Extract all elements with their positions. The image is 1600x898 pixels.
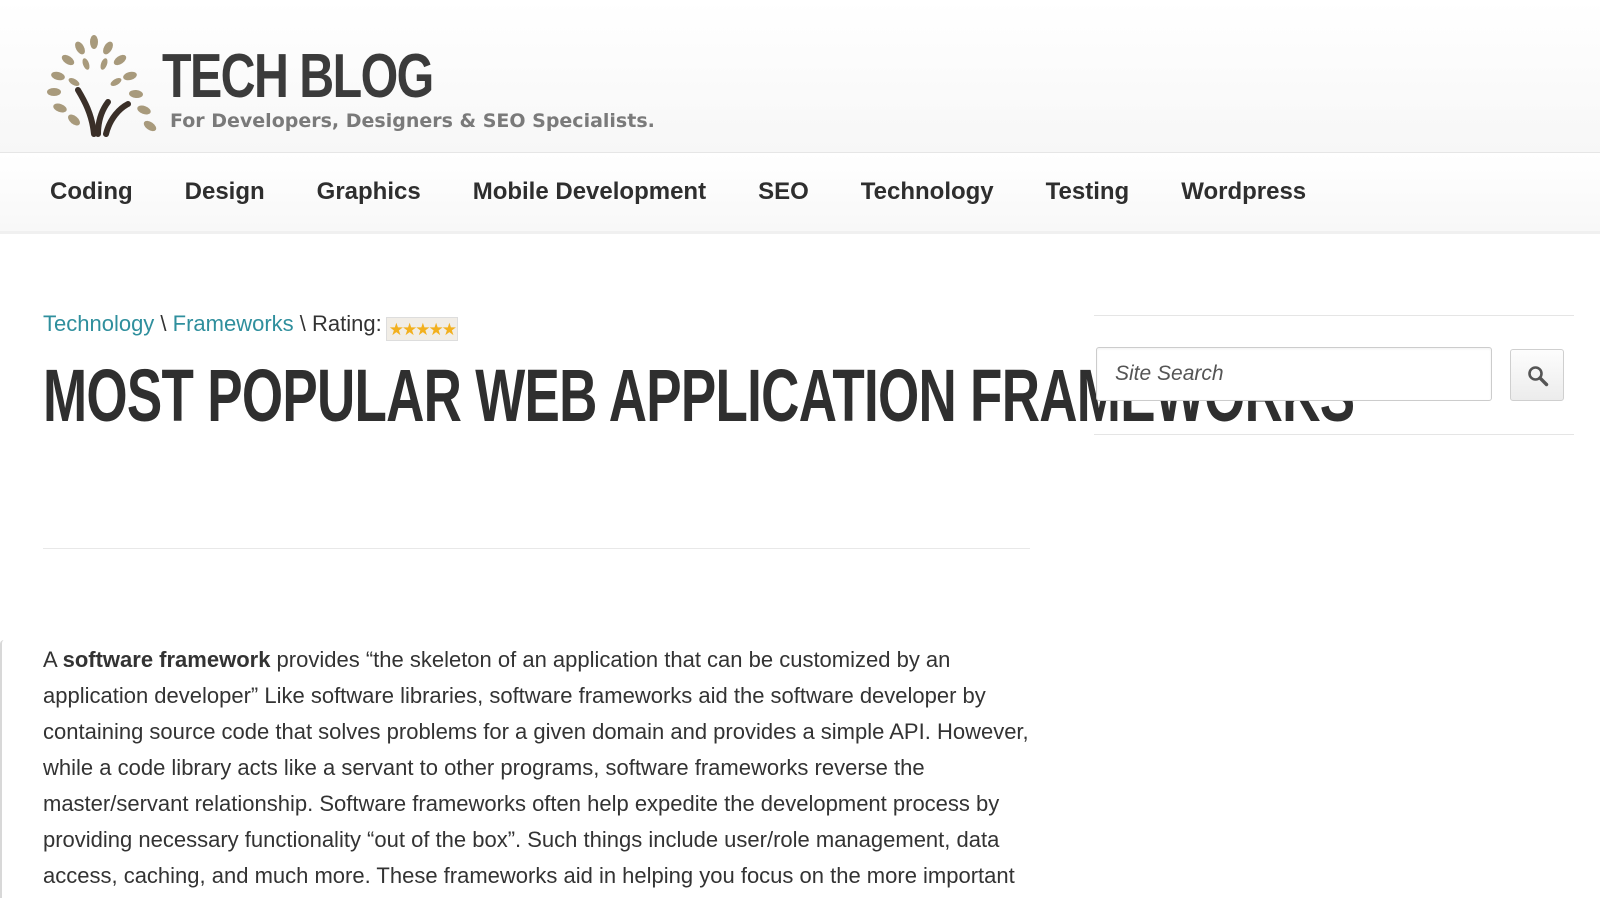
- star-icon: ★: [441, 320, 457, 339]
- nav-item-seo[interactable]: SEO: [758, 178, 809, 206]
- star-icon: ★: [401, 320, 417, 339]
- sidebar-divider-bottom: [1094, 434, 1574, 435]
- breadcrumb-separator: \: [154, 311, 173, 336]
- breadcrumb: Technology \ Frameworks \ Rating: ★★★★★: [43, 311, 458, 341]
- nav-item-testing[interactable]: Testing: [1046, 178, 1130, 206]
- star-icon: ★: [428, 320, 443, 339]
- search-icon: [1528, 366, 1549, 387]
- left-edge-border: [0, 640, 6, 898]
- site-search-input[interactable]: [1096, 347, 1492, 401]
- logo-link[interactable]: TECH BLOG For Developers, Designers & SE…: [44, 34, 655, 144]
- nav-item-graphics[interactable]: Graphics: [317, 178, 421, 206]
- nav-item-mobile-development[interactable]: Mobile Development: [473, 178, 706, 206]
- title-divider: [43, 548, 1030, 549]
- main-nav: Coding Design Graphics Mobile Developmen…: [0, 153, 1600, 234]
- site-title: TECH BLOG: [162, 42, 434, 111]
- breadcrumb-technology-link[interactable]: Technology: [43, 311, 154, 336]
- nav-item-wordpress[interactable]: Wordpress: [1181, 178, 1306, 206]
- sidebar-divider-top: [1094, 315, 1574, 316]
- star-icon: ★: [388, 320, 404, 339]
- site-header: TECH BLOG For Developers, Designers & SE…: [0, 0, 1600, 153]
- rating-label: Rating:: [312, 311, 382, 336]
- nav-item-coding[interactable]: Coding: [50, 178, 133, 206]
- nav-item-design[interactable]: Design: [185, 178, 265, 206]
- breadcrumb-separator: \: [293, 311, 313, 336]
- breadcrumb-frameworks-link[interactable]: Frameworks: [173, 311, 294, 336]
- article-intro-prefix: A: [43, 647, 63, 672]
- article-intro-text: provides “the skeleton of an application…: [43, 647, 1029, 888]
- star-icon: ★: [415, 320, 430, 339]
- nav-item-technology[interactable]: Technology: [861, 178, 994, 206]
- article-intro-bold: software framework: [62, 647, 271, 672]
- star-rating: ★★★★★: [385, 317, 458, 341]
- search-button[interactable]: [1510, 349, 1564, 401]
- article-intro: A software framework provides “the skele…: [43, 642, 1043, 894]
- site-tagline: For Developers, Designers & SEO Speciali…: [170, 110, 655, 132]
- tree-logo-icon: [47, 35, 157, 137]
- nav-list: Coding Design Graphics Mobile Developmen…: [50, 153, 1358, 231]
